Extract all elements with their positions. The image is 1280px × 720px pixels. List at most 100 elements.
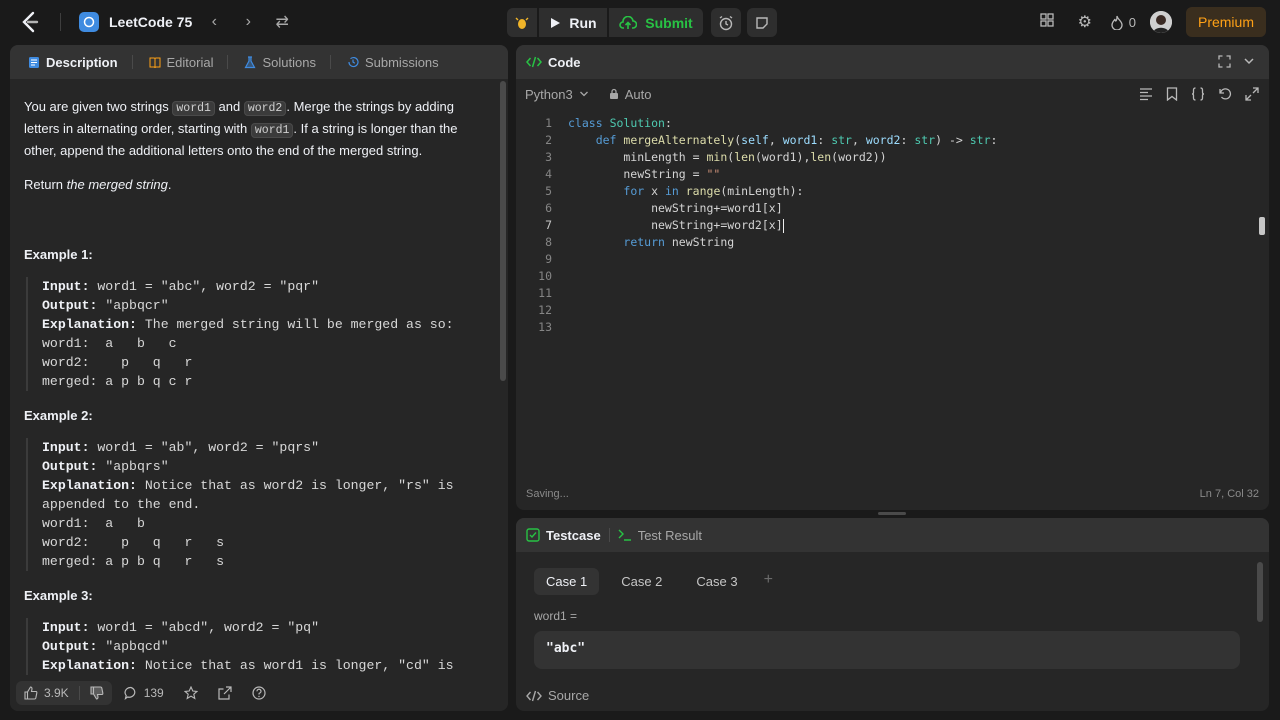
- code-editor[interactable]: 1 class Solution: 2 def mergeAlternately(…: [516, 115, 1269, 475]
- testcase-scrollbar[interactable]: [1257, 562, 1263, 622]
- reset-icon[interactable]: [1218, 87, 1232, 101]
- chevron-right-icon[interactable]: ›: [236, 13, 260, 31]
- layout-grid-icon[interactable]: [1035, 12, 1059, 32]
- source-label: Source: [548, 688, 590, 703]
- editor-scrollbar[interactable]: [1259, 217, 1265, 235]
- book-icon: [149, 57, 161, 68]
- case-tab-1[interactable]: Case 1: [534, 568, 600, 595]
- braces-icon[interactable]: [1191, 87, 1205, 101]
- inline-code: word1: [172, 101, 215, 116]
- flask-icon: [244, 55, 256, 68]
- code-line: 4 newString = "": [545, 167, 721, 181]
- expand-icon[interactable]: [1245, 87, 1259, 101]
- top-bar: LeetCode 75 ‹ › ⇄ Run Submit ⚙ 0 Premium: [0, 0, 1280, 44]
- help-button[interactable]: [244, 681, 274, 705]
- case-tabs: Case 1 Case 2 Case 3 +: [534, 568, 777, 595]
- like-count: 3.9K: [44, 686, 69, 700]
- language-label: Python3: [525, 86, 573, 102]
- tab-submissions[interactable]: Submissions: [339, 55, 447, 70]
- avatar[interactable]: [1149, 11, 1172, 33]
- tab-test-result[interactable]: Test Result: [618, 528, 702, 543]
- auto-mode-toggle[interactable]: Auto: [609, 86, 652, 102]
- tab-label: Code: [548, 54, 581, 70]
- code-line: 5 for x in range(minLength):: [545, 184, 804, 198]
- description-panel: Description Editorial Solutions Submissi…: [10, 45, 508, 711]
- fire-icon: [1111, 15, 1123, 30]
- streak-count: 0: [1128, 14, 1136, 30]
- description-footer: 3.9K 139: [10, 675, 508, 711]
- mode-label: Auto: [624, 86, 652, 102]
- comment-icon: [124, 686, 135, 700]
- tab-description[interactable]: Description: [20, 55, 141, 70]
- run-button[interactable]: Run: [539, 8, 607, 37]
- notes-button[interactable]: [747, 8, 777, 37]
- example-heading: Example 1:: [24, 247, 93, 262]
- thumbs-down-icon[interactable]: [90, 686, 104, 700]
- language-select[interactable]: Python3: [525, 87, 589, 102]
- example-heading: Example 2:: [24, 408, 93, 423]
- example-2: Example 2: Input: word1 = "ab", word2 = …: [24, 406, 484, 571]
- code-line: 7 newString+=word2[x]: [545, 218, 784, 233]
- tab-label: Testcase: [546, 527, 601, 543]
- description-paragraph: You are given two strings word1 and word…: [24, 99, 458, 158]
- code-brackets-icon: [526, 690, 542, 701]
- add-case-icon[interactable]: +: [760, 568, 777, 595]
- example-3: Example 3: Input: word1 = "abcd", word2 …: [24, 586, 484, 675]
- format-lines-icon[interactable]: [1139, 87, 1153, 101]
- editor-toolbar: Python3 Auto: [516, 79, 1269, 109]
- case-tab-2[interactable]: Case 2: [609, 568, 674, 595]
- study-plan-icon: [79, 12, 99, 32]
- history-icon: [348, 56, 359, 68]
- panel-resize-handle[interactable]: [878, 512, 906, 515]
- like-dislike-group: 3.9K: [16, 681, 112, 705]
- editor-status-bar: Saving... Ln 7, Col 32: [516, 478, 1269, 510]
- chevron-left-icon[interactable]: ‹: [202, 13, 226, 31]
- case-tab-3[interactable]: Case 3: [684, 568, 749, 595]
- code-line: 9: [545, 252, 552, 266]
- variable-input[interactable]: "abc": [534, 631, 1240, 669]
- source-button[interactable]: Source: [526, 688, 589, 703]
- share-button[interactable]: [210, 681, 240, 705]
- tab-label: Submissions: [364, 54, 439, 70]
- code-tabs: Code: [516, 45, 1269, 79]
- play-icon: [551, 17, 561, 28]
- gear-icon[interactable]: ⚙: [1073, 12, 1097, 32]
- debug-button[interactable]: [507, 8, 537, 37]
- note-icon: [756, 16, 768, 29]
- leetcode-logo-icon[interactable]: [18, 10, 42, 34]
- terminal-icon: [618, 529, 631, 541]
- chevron-down-icon: [579, 91, 588, 97]
- submit-button[interactable]: Submit: [609, 8, 703, 37]
- testcase-tabs: Testcase Test Result: [516, 518, 1269, 552]
- favorite-button[interactable]: [176, 681, 206, 705]
- variable-label: word1 =: [534, 609, 578, 623]
- return-paragraph: Return the merged string.: [24, 177, 172, 192]
- code-line: 3 minLength = min(len(word1),len(word2)): [545, 150, 887, 164]
- tab-editorial[interactable]: Editorial: [141, 55, 237, 70]
- timer-button[interactable]: [711, 8, 741, 37]
- description-scrollbar[interactable]: [500, 81, 506, 381]
- example-block: Input: word1 = "abcd", word2 = "pq" Outp…: [26, 618, 484, 675]
- checkbox-icon: [526, 528, 540, 542]
- tab-testcase[interactable]: Testcase: [526, 528, 601, 543]
- chevron-down-icon[interactable]: [1243, 54, 1255, 72]
- tab-code[interactable]: Code: [526, 55, 581, 70]
- shuffle-icon[interactable]: ⇄: [270, 12, 294, 32]
- bug-icon: [515, 17, 529, 29]
- editor-actions: [1139, 87, 1259, 101]
- example-block: Input: word1 = "abc", word2 = "pqr" Outp…: [26, 277, 484, 391]
- submit-label: Submit: [645, 14, 693, 31]
- fullscreen-icon[interactable]: [1218, 55, 1231, 73]
- premium-button[interactable]: Premium: [1185, 7, 1266, 37]
- lock-icon: [609, 88, 618, 99]
- tab-solutions[interactable]: Solutions: [236, 55, 338, 70]
- inline-code: word1: [250, 123, 294, 138]
- problem-list-title[interactable]: LeetCode 75: [109, 14, 192, 30]
- bookmark-icon[interactable]: [1166, 87, 1178, 101]
- question-icon: [252, 686, 266, 700]
- description-tabs: Description Editorial Solutions Submissi…: [10, 45, 508, 79]
- alarm-clock-icon: [719, 15, 733, 30]
- comments-button[interactable]: 139: [116, 681, 172, 705]
- streak-counter[interactable]: 0: [1111, 15, 1136, 30]
- thumbs-up-icon[interactable]: [24, 686, 38, 700]
